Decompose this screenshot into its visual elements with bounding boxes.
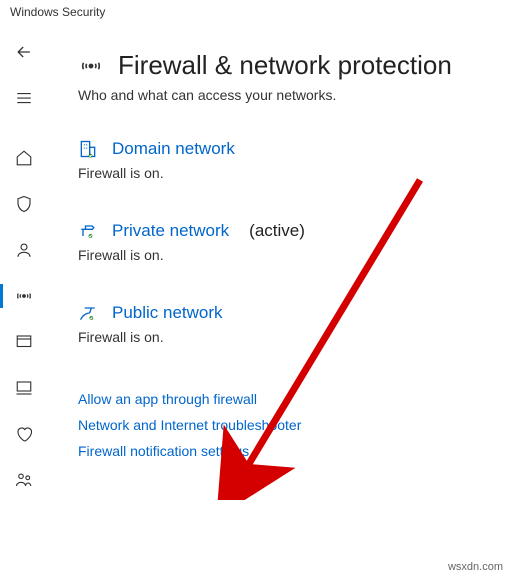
troubleshooter-link[interactable]: Network and Internet troubleshooter xyxy=(78,417,491,433)
nav-device[interactable] xyxy=(4,368,44,408)
nav-rail xyxy=(0,24,48,577)
person-icon xyxy=(15,241,33,259)
page-header: Firewall & network protection xyxy=(78,50,491,81)
window-title: Windows Security xyxy=(0,0,511,24)
private-network-link[interactable]: Private network xyxy=(112,221,229,241)
page-subtitle: Who and what can access your networks. xyxy=(78,87,491,103)
content-area: Firewall & network protection Who and wh… xyxy=(48,24,511,577)
shield-icon xyxy=(15,195,33,213)
device-icon xyxy=(15,379,33,397)
nav-home[interactable] xyxy=(4,138,44,178)
public-network-icon xyxy=(78,303,98,323)
app-icon xyxy=(15,333,33,351)
nav-health[interactable] xyxy=(4,414,44,454)
allow-app-link[interactable]: Allow an app through firewall xyxy=(78,391,491,407)
private-network-section: Private network (active) Firewall is on. xyxy=(78,221,491,263)
domain-network-section: Domain network Firewall is on. xyxy=(78,139,491,181)
public-network-link[interactable]: Public network xyxy=(112,303,223,323)
public-network-status: Firewall is on. xyxy=(78,329,491,345)
building-icon xyxy=(78,139,98,159)
main-container: Firewall & network protection Who and wh… xyxy=(0,24,511,577)
nav-app-browser[interactable] xyxy=(4,322,44,362)
home-icon xyxy=(15,149,33,167)
broadcast-icon xyxy=(14,286,34,306)
nav-firewall[interactable] xyxy=(4,276,44,316)
back-button[interactable] xyxy=(4,32,44,72)
bottom-links: Allow an app through firewall Network an… xyxy=(78,391,491,459)
nav-family[interactable] xyxy=(4,460,44,500)
hamburger-icon xyxy=(15,89,33,107)
page-title: Firewall & network protection xyxy=(118,50,452,81)
private-network-status: Firewall is on. xyxy=(78,247,491,263)
watermark: wsxdn.com xyxy=(448,561,503,573)
broadcast-icon xyxy=(78,53,104,79)
private-network-icon xyxy=(78,221,98,241)
nav-account[interactable] xyxy=(4,230,44,270)
private-network-active-tag: (active) xyxy=(249,221,305,241)
nav-virus[interactable] xyxy=(4,184,44,224)
domain-network-status: Firewall is on. xyxy=(78,165,491,181)
heart-icon xyxy=(15,425,33,443)
menu-button[interactable] xyxy=(4,78,44,118)
back-arrow-icon xyxy=(14,42,34,62)
domain-network-link[interactable]: Domain network xyxy=(112,139,235,159)
public-network-section: Public network Firewall is on. xyxy=(78,303,491,345)
family-icon xyxy=(15,471,33,489)
notification-settings-link[interactable]: Firewall notification settings xyxy=(78,443,491,459)
